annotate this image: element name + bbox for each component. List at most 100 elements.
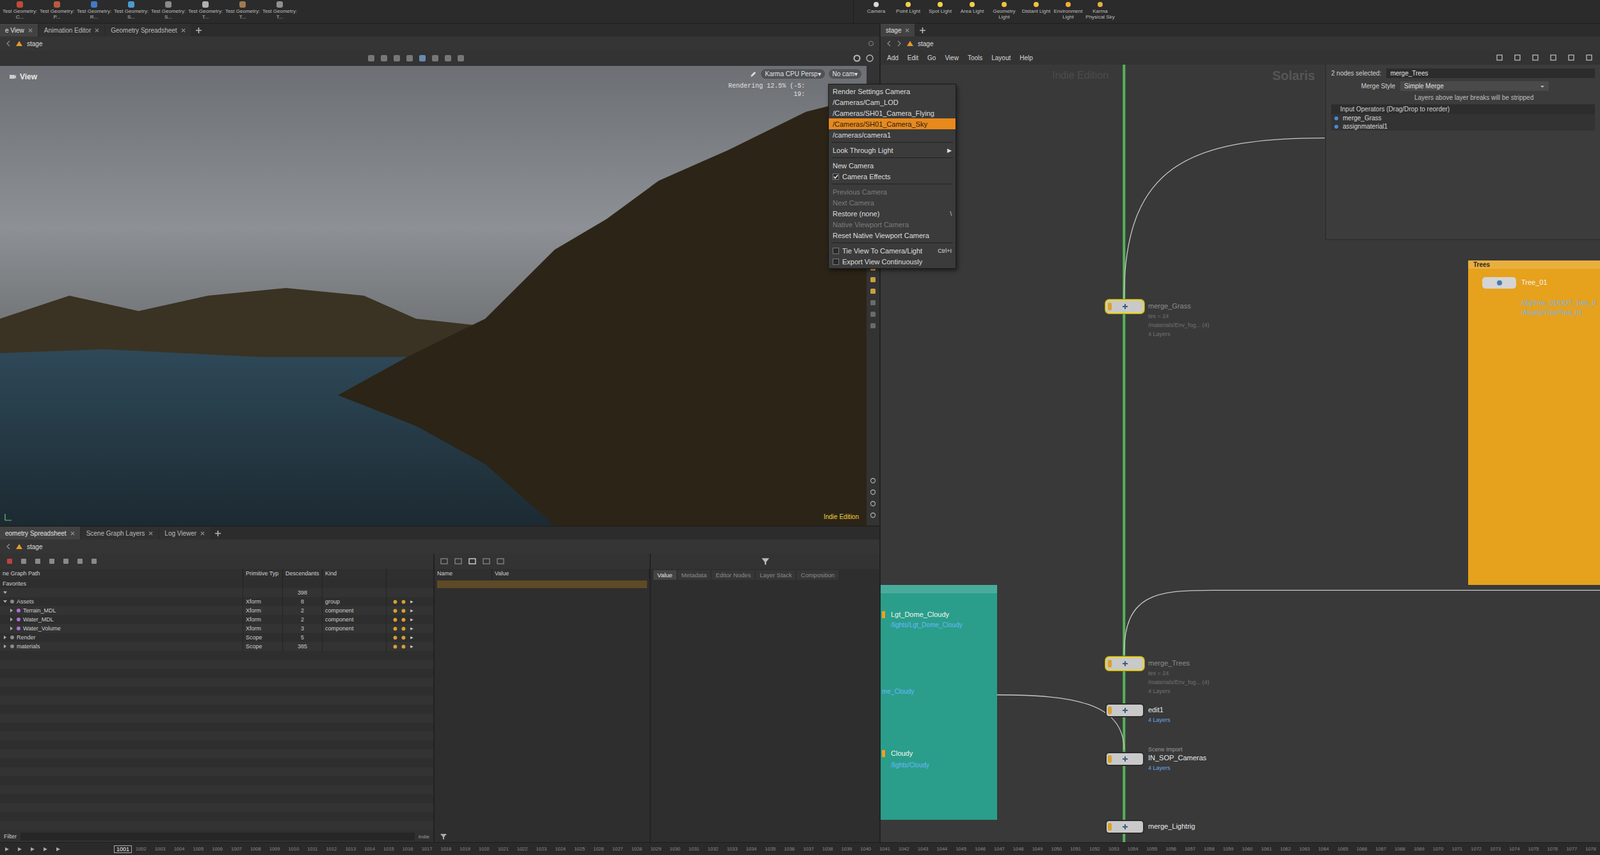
- menu[interactable]: Layout: [991, 54, 1011, 62]
- tree-tool-icon[interactable]: [33, 556, 43, 566]
- add-tab-icon[interactable]: [195, 27, 202, 34]
- menu-item[interactable]: Restore (none) \: [828, 208, 956, 219]
- view-option-icon[interactable]: [869, 488, 877, 496]
- close-icon[interactable]: [904, 28, 910, 33]
- collapsed-icon[interactable]: [8, 625, 15, 632]
- select-icon[interactable]: [409, 617, 415, 623]
- tree-row[interactable]: materials Scope 385: [0, 641, 434, 651]
- shelf-tool[interactable]: Test Geometry: C...: [1, 0, 39, 24]
- close-icon[interactable]: [148, 531, 153, 536]
- filter-icon[interactable]: [439, 832, 448, 841]
- layout-icon[interactable]: [453, 556, 463, 566]
- tree-tool-icon[interactable]: [75, 556, 85, 566]
- inspector-tab[interactable]: Composition: [796, 570, 839, 580]
- active-icon[interactable]: [401, 635, 406, 640]
- input-operator[interactable]: merge_Grass: [1331, 113, 1595, 123]
- visibility-icon[interactable]: [392, 626, 398, 632]
- playback-icon[interactable]: [16, 846, 24, 853]
- menu-item[interactable]: Export View Continuously: [828, 256, 956, 267]
- inspector-tab[interactable]: Value: [653, 570, 677, 580]
- inspector-tab[interactable]: Layer Stack: [755, 570, 796, 580]
- network-tool-icon[interactable]: [1584, 53, 1594, 63]
- network-tool-icon[interactable]: [1548, 53, 1558, 63]
- visibility-icon[interactable]: [392, 635, 398, 640]
- menu-item[interactable]: /Cameras/Cam_LOD: [828, 96, 956, 108]
- filter-icon[interactable]: [760, 556, 770, 566]
- pin-icon[interactable]: [867, 40, 875, 47]
- tree-tool-icon[interactable]: [89, 556, 99, 566]
- pane-tab[interactable]: Animation Editor: [39, 23, 105, 37]
- forward-icon[interactable]: [896, 40, 903, 47]
- visibility-icon[interactable]: [392, 608, 398, 614]
- network-box-header[interactable]: Trees: [1468, 260, 1600, 269]
- tree-tool-icon[interactable]: [5, 556, 15, 566]
- menu-item[interactable]: Look Through Light ▶: [828, 144, 956, 156]
- column-header[interactable]: Value: [492, 568, 650, 580]
- active-icon[interactable]: [401, 599, 406, 605]
- menu-item[interactable]: /Cameras/SH01_Camera_Flying: [828, 107, 956, 119]
- collapsed-icon[interactable]: [2, 643, 8, 649]
- visibility-icon[interactable]: [392, 617, 398, 623]
- close-icon[interactable]: [181, 28, 186, 33]
- active-icon[interactable]: [401, 617, 406, 623]
- input-operator[interactable]: assignmaterial1: [1331, 122, 1595, 131]
- select-icon[interactable]: [409, 608, 415, 614]
- tree-tool-icon[interactable]: [19, 556, 29, 566]
- display-option-icon[interactable]: [869, 287, 877, 296]
- pencil-icon[interactable]: [749, 70, 758, 79]
- close-icon[interactable]: [28, 28, 33, 33]
- menu[interactable]: Tools: [967, 54, 983, 62]
- active-icon[interactable]: [401, 608, 406, 614]
- network-box-header[interactable]: [880, 584, 998, 594]
- select-icon[interactable]: [409, 635, 415, 640]
- table-row[interactable]: [437, 580, 648, 589]
- viewer-tool-icon[interactable]: [379, 53, 389, 63]
- shelf-tool[interactable]: Spot Light: [924, 0, 957, 24]
- menu-item[interactable]: Tie View To Camera/Light Ctrl+I: [828, 245, 956, 256]
- shelf-tool[interactable]: Geometry Light: [988, 0, 1021, 24]
- checked-icon[interactable]: [832, 173, 840, 180]
- active-icon[interactable]: [401, 644, 406, 649]
- viewer-tool-icon[interactable]: [443, 53, 453, 63]
- node-flag[interactable]: [881, 750, 886, 758]
- help-icon[interactable]: [865, 53, 875, 63]
- expanded-icon[interactable]: [2, 590, 8, 596]
- column-header[interactable]: Primitive Typ: [243, 568, 283, 580]
- expanded-icon[interactable]: [2, 599, 8, 605]
- tree-row[interactable]: Terrain_MDL Xform 2 component: [0, 606, 434, 616]
- tree-row[interactable]: Favorites: [0, 579, 434, 589]
- menu-item[interactable]: Previous Camera: [828, 186, 956, 198]
- active-icon[interactable]: [401, 626, 406, 632]
- node-body[interactable]: [1105, 656, 1145, 671]
- shelf-tool[interactable]: Test Geometry: T...: [261, 0, 299, 24]
- network-tool-icon[interactable]: [1512, 53, 1522, 63]
- network-tool-icon[interactable]: [1530, 53, 1540, 63]
- tree-tool-icon[interactable]: [47, 556, 57, 566]
- node[interactable]: [1482, 277, 1517, 289]
- unchecked-icon[interactable]: [832, 258, 840, 265]
- network-node[interactable]: Scene Import IN_SOP_Cameras 4 Layers: [1105, 752, 1145, 767]
- pane-tab[interactable]: Log Viewer: [159, 526, 210, 540]
- network-box[interactable]: Trees Tree_01 /obj/Tree_01/OUT_Tree_0 /A…: [1468, 260, 1600, 585]
- shelf-tool[interactable]: Test Geometry: P...: [38, 0, 76, 24]
- collapsed-icon[interactable]: [2, 634, 8, 640]
- menu[interactable]: View: [944, 54, 959, 62]
- tree-row[interactable]: Water_MDL Xform 2 component: [0, 615, 434, 624]
- back-icon[interactable]: [5, 543, 12, 550]
- tree-row[interactable]: Assets Xform 8 group: [0, 597, 434, 607]
- display-option-icon[interactable]: [869, 321, 877, 330]
- column-header[interactable]: Descendants: [282, 568, 323, 580]
- collapsed-icon[interactable]: [8, 616, 15, 623]
- menu-item[interactable]: New Camera: [828, 160, 956, 171]
- unchecked-icon[interactable]: [832, 247, 840, 255]
- pane-tab[interactable]: Scene Graph Layers: [81, 526, 159, 540]
- viewer-tool-icon[interactable]: [456, 53, 466, 63]
- menu[interactable]: Add: [887, 54, 899, 62]
- shelf-tool[interactable]: Test Geometry: T...: [186, 0, 224, 24]
- playback-icon[interactable]: [3, 846, 11, 853]
- view-option-icon[interactable]: [869, 476, 877, 485]
- layout-icon[interactable]: [481, 556, 491, 566]
- close-icon[interactable]: [94, 28, 100, 33]
- column-header[interactable]: Kind: [322, 568, 387, 580]
- menu-item[interactable]: Native Viewport Camera: [828, 218, 956, 230]
